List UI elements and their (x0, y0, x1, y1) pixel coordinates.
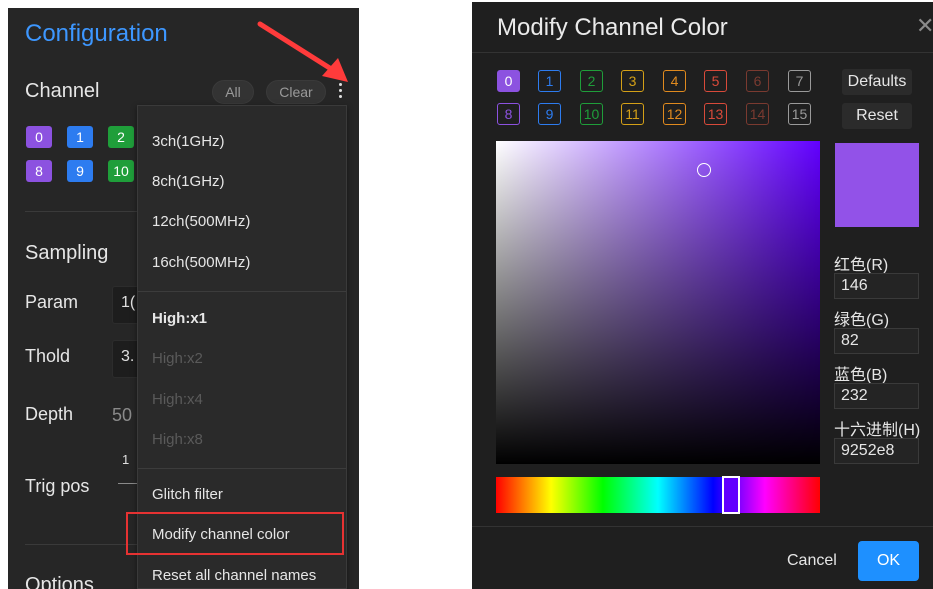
defaults-button[interactable]: Defaults (842, 69, 912, 95)
blue-label: 蓝色(B) (834, 367, 888, 384)
menu-item-3ch[interactable]: 3ch(1GHz) (152, 133, 225, 150)
color-swatch-9[interactable]: 9 (538, 103, 561, 125)
menu-item-high-x2: High:x2 (152, 350, 203, 367)
cancel-button[interactable]: Cancel (787, 552, 837, 570)
menu-item-reset-channel-names[interactable]: Reset all channel names (152, 567, 316, 584)
color-swatch-11[interactable]: 11 (621, 103, 644, 125)
kebab-menu-icon[interactable] (334, 80, 346, 104)
picker-cursor[interactable] (697, 163, 711, 177)
saturation-value-picker[interactable] (496, 141, 820, 464)
color-swatch-0[interactable]: 0 (497, 70, 520, 92)
close-icon[interactable]: ✕ (916, 13, 933, 39)
thold-label: Thold (25, 346, 71, 366)
channel-options-menu: 3ch(1GHz) 8ch(1GHz) 12ch(500MHz) 16ch(50… (126, 105, 347, 589)
color-swatch-6[interactable]: 6 (746, 70, 769, 92)
color-swatch-5[interactable]: 5 (704, 70, 727, 92)
color-preview-swatch (835, 143, 919, 227)
dialog-footer-divider (472, 526, 933, 527)
menu-item-modify-channel-color[interactable]: Modify channel color (152, 526, 290, 543)
clear-channels-button[interactable]: Clear (266, 80, 326, 104)
channel-chip-0[interactable]: 0 (26, 126, 52, 148)
dialog-title: Modify Channel Color (497, 14, 728, 41)
channel-section-label: Channel (25, 80, 100, 102)
trig-pos-value: 1 (122, 452, 130, 467)
hex-label: 十六进制(H) (834, 422, 921, 439)
channel-chip-10[interactable]: 10 (108, 160, 134, 182)
menu-item-8ch[interactable]: 8ch(1GHz) (152, 173, 225, 190)
configuration-panel: Configuration Channel All Clear 0 1 2 8 … (8, 8, 359, 589)
color-swatch-13[interactable]: 13 (704, 103, 727, 125)
channel-chip-9[interactable]: 9 (67, 160, 93, 182)
menu-item-16ch[interactable]: 16ch(500MHz) (152, 254, 250, 271)
ok-button[interactable]: OK (858, 541, 919, 581)
color-swatch-15[interactable]: 15 (788, 103, 811, 125)
channel-chip-1[interactable]: 1 (67, 126, 93, 148)
menu-separator (138, 291, 346, 292)
color-swatch-14[interactable]: 14 (746, 103, 769, 125)
blue-input[interactable]: 232 (834, 383, 919, 409)
thold-value: 3. (121, 348, 135, 365)
menu-item-high-x8: High:x8 (152, 431, 203, 448)
channel-chip-8[interactable]: 8 (26, 160, 52, 182)
color-swatch-7[interactable]: 7 (788, 70, 811, 92)
menu-separator (138, 468, 346, 469)
color-swatch-8[interactable]: 8 (497, 103, 520, 125)
sampling-section-label: Sampling (25, 242, 109, 264)
panel-title: Configuration (25, 20, 168, 47)
color-swatch-2[interactable]: 2 (580, 70, 603, 92)
menu-item-high-x1[interactable]: High:x1 (152, 310, 207, 327)
hue-slider[interactable] (496, 476, 820, 514)
options-section-label: Options (25, 574, 94, 589)
reset-button[interactable]: Reset (842, 103, 912, 129)
depth-label: Depth (25, 404, 74, 424)
color-swatch-12[interactable]: 12 (663, 103, 686, 125)
menu-item-high-x4: High:x4 (152, 391, 203, 408)
menu-item-glitch-filter[interactable]: Glitch filter (152, 486, 223, 503)
param-label: Param (25, 292, 79, 312)
color-swatch-4[interactable]: 4 (663, 70, 686, 92)
channel-chip-2[interactable]: 2 (108, 126, 134, 148)
all-channels-button[interactable]: All (212, 80, 254, 104)
green-input[interactable]: 82 (834, 328, 919, 354)
trig-pos-slider[interactable] (118, 483, 138, 484)
red-label: 红色(R) (834, 257, 889, 274)
color-swatch-3[interactable]: 3 (621, 70, 644, 92)
color-swatch-10[interactable]: 10 (580, 103, 603, 125)
menu-item-12ch[interactable]: 12ch(500MHz) (152, 213, 250, 230)
depth-value: 50 (112, 405, 133, 425)
hex-input[interactable]: 9252e8 (834, 438, 919, 464)
param-value: 1( (121, 294, 136, 311)
modify-channel-color-dialog: Modify Channel Color ✕ 0 1 2 3 4 5 6 7 8… (472, 2, 933, 589)
red-input[interactable]: 146 (834, 273, 919, 299)
trig-pos-label: Trig pos (25, 476, 90, 496)
hue-slider-handle[interactable] (722, 476, 740, 514)
dialog-header-divider (472, 52, 933, 53)
color-swatch-1[interactable]: 1 (538, 70, 561, 92)
green-label: 绿色(G) (834, 312, 890, 329)
